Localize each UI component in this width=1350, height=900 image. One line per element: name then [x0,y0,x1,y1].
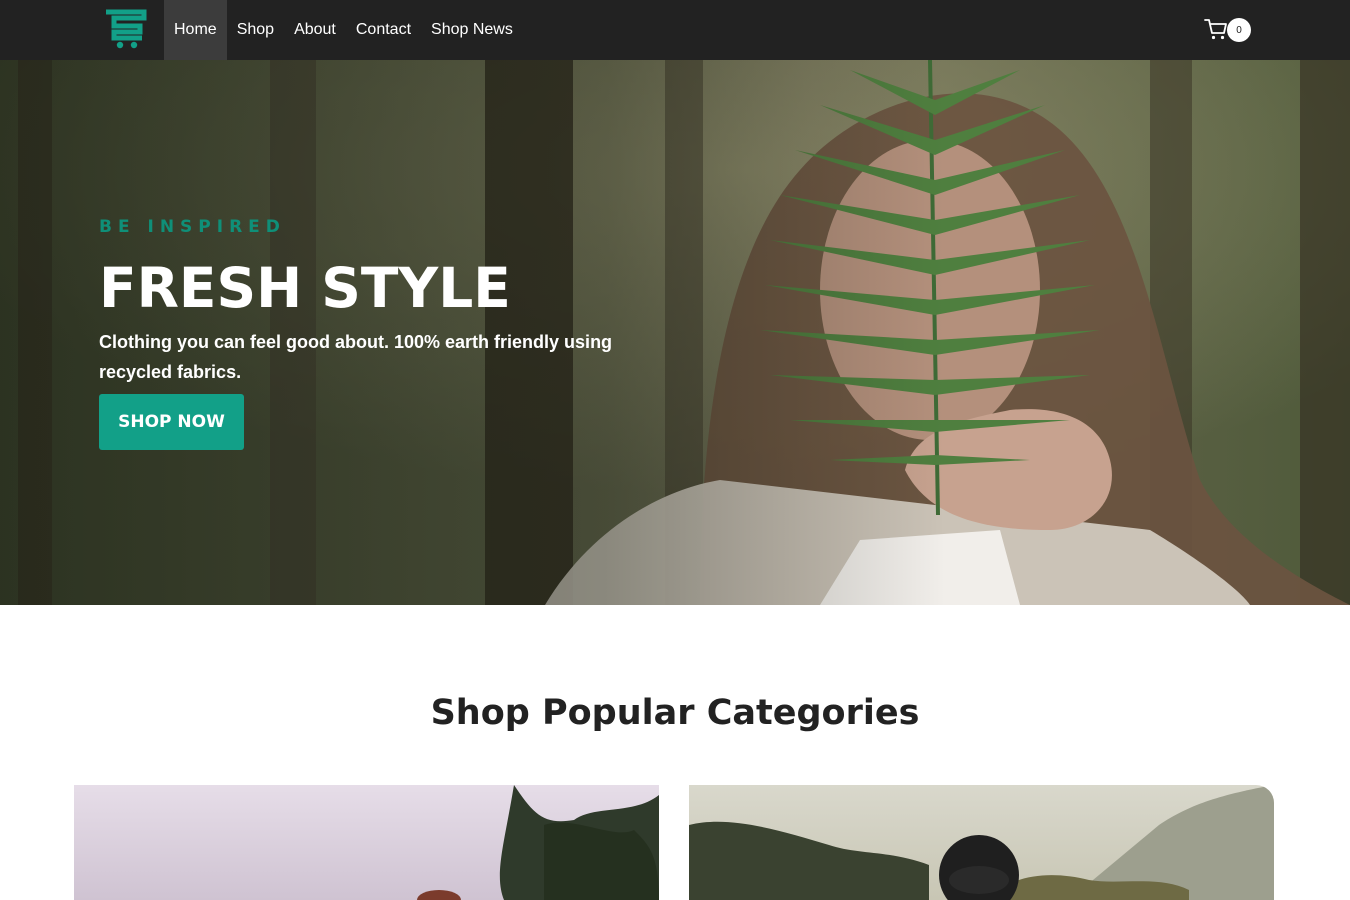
main-nav: Home Shop About Contact Shop News [164,0,523,60]
hero-banner: BE INSPIRED FRESH STYLE Clothing you can… [0,60,1350,605]
category-card-2[interactable] [689,785,1274,900]
cart-button[interactable]: 0 [1204,17,1252,43]
section-title: Shop Popular Categories [430,693,920,733]
nav-home[interactable]: Home [164,0,227,60]
nav-contact[interactable]: Contact [346,0,421,60]
cart-logo-icon[interactable] [104,8,148,50]
category-image-2 [689,785,1274,900]
hero-title: FRESH STYLE [99,256,511,320]
category-image-1 [74,785,659,900]
nav-shop[interactable]: Shop [227,0,284,60]
hero-subtitle: Clothing you can feel good about. 100% e… [99,332,613,382]
site-header: Home Shop About Contact Shop News 0 [0,0,1350,60]
shop-now-button[interactable]: SHOP NOW [99,394,244,450]
cart-count-badge: 0 [1227,18,1251,42]
nav-about[interactable]: About [284,0,346,60]
nav-shop-news[interactable]: Shop News [421,0,523,60]
hero-eyebrow: BE INSPIRED [99,217,286,237]
category-card-1[interactable] [74,785,659,900]
shopping-cart-icon [1204,19,1227,40]
